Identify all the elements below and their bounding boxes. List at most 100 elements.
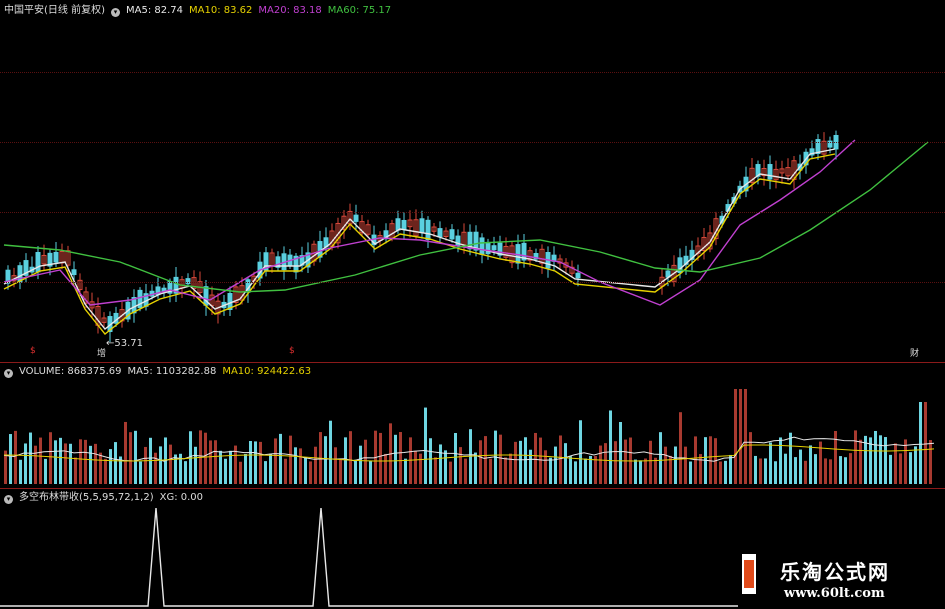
xg-label: XG: 0.00 (159, 492, 204, 503)
volume-bar (909, 452, 912, 484)
volume-bar (184, 461, 187, 484)
volume-bar (239, 461, 242, 484)
volume-bar (244, 454, 247, 484)
circle-menu-icon[interactable]: ▾ (4, 369, 13, 378)
volume-bar (694, 436, 697, 484)
volume-bar (634, 459, 637, 484)
volume-bars-group (4, 389, 932, 484)
volume-bar (849, 453, 852, 484)
volume-bar (399, 432, 402, 484)
volume-bar (134, 430, 137, 484)
volume-bar (624, 439, 627, 484)
volume-bar (344, 437, 347, 484)
volume-bar (379, 432, 382, 484)
candle-body (449, 229, 455, 240)
grid-line (0, 72, 945, 73)
candle-body (479, 237, 485, 255)
volume-bar (209, 440, 212, 484)
site-watermark: 乐淘公式网 www.60lt.com (738, 546, 945, 609)
volume-bar (689, 461, 692, 484)
volume-bar (734, 389, 737, 484)
ma20-label: MA20: 83.18 (258, 5, 322, 16)
volume-bar (504, 457, 507, 484)
price-panel[interactable]: 中国平安(日线 前复权) ▾ MA5: 82.74 MA10: 83.62 MA20: … (0, 0, 945, 362)
volume-bar (844, 457, 847, 484)
volume-bar (589, 455, 592, 484)
volume-bar (159, 446, 162, 484)
ma5-label: MA5: 82.74 (125, 5, 183, 16)
volume-bar (854, 430, 857, 484)
volume-bar (29, 432, 32, 484)
volume-bar (519, 440, 522, 484)
volume-bar (419, 453, 422, 484)
volume-bar (824, 458, 827, 484)
volume-bar (394, 434, 397, 484)
volume-bar (449, 461, 452, 484)
volume-bar (724, 460, 727, 484)
candle-body (419, 218, 425, 234)
candle-body (767, 164, 773, 180)
volume-bar (459, 447, 462, 484)
volume-bar (684, 446, 687, 484)
volume-bar (554, 446, 557, 484)
volume-bar (889, 454, 892, 484)
volume-bar (904, 439, 907, 484)
indicator-legend: ▾ 多空布林带收(5,5,95,72,1,2) XG: 0.00 (4, 491, 209, 504)
volume-bar (874, 430, 877, 484)
event-marker[interactable]: 财 (910, 346, 919, 359)
volume-bar (789, 432, 792, 484)
volume-label: VOLUME: 868375.69 (19, 366, 122, 377)
volume-bar (99, 452, 102, 484)
candlestick-chart[interactable] (0, 0, 945, 362)
volume-bar (369, 460, 372, 484)
volume-bar (584, 458, 587, 484)
volume-bar (74, 457, 77, 484)
volume-bar (579, 420, 582, 484)
volume-bar (609, 410, 612, 484)
event-marker[interactable]: $ (289, 346, 295, 356)
volume-bar (894, 443, 897, 484)
volume-bar (509, 453, 512, 484)
candle-body (515, 244, 521, 264)
volume-bar (254, 441, 257, 484)
volume-bar (59, 437, 62, 484)
volume-bar (204, 432, 207, 484)
volume-bar (269, 453, 272, 484)
ma10-label: MA10: 83.62 (189, 5, 253, 16)
volume-bar (614, 441, 617, 484)
circle-menu-icon[interactable]: ▾ (4, 495, 13, 504)
volume-bar (799, 449, 802, 484)
volume-bar (54, 440, 57, 484)
volume-bar (89, 445, 92, 484)
event-marker[interactable]: 增 (97, 346, 106, 359)
volume-bar (349, 431, 352, 484)
candle-body (71, 269, 77, 276)
volume-bar (639, 460, 642, 484)
volume-bar (899, 453, 902, 484)
volume-bar (274, 438, 277, 484)
volume-bar (439, 444, 442, 484)
candle-body (425, 219, 431, 240)
volume-bar (334, 447, 337, 484)
volume-bar (514, 441, 517, 484)
volume-bar (709, 436, 712, 484)
volume-bar (434, 457, 437, 484)
volume-bar (474, 452, 477, 484)
volume-bar (359, 445, 362, 484)
volume-chart[interactable] (0, 362, 945, 488)
volume-bar (64, 443, 67, 484)
volume-bar (914, 446, 917, 484)
chart-title: 中国平安(日线 前复权) (4, 5, 105, 16)
volume-bar (804, 460, 807, 484)
volume-bar (194, 446, 197, 484)
candle-body (401, 219, 407, 230)
volume-legend: ▾ VOLUME: 868375.69 MA5: 1103282.88 MA10: 9… (4, 365, 317, 378)
event-marker[interactable]: $ (30, 346, 36, 356)
ma60-line (3, 141, 929, 293)
volume-panel[interactable]: ▾ VOLUME: 868375.69 MA5: 1103282.88 MA10: 9… (0, 362, 945, 488)
volume-bar (659, 432, 662, 484)
circle-menu-icon[interactable]: ▾ (110, 8, 120, 17)
volume-bar (464, 458, 467, 484)
low-price-label: ←53.71 (106, 338, 144, 349)
volume-bar (794, 457, 797, 484)
